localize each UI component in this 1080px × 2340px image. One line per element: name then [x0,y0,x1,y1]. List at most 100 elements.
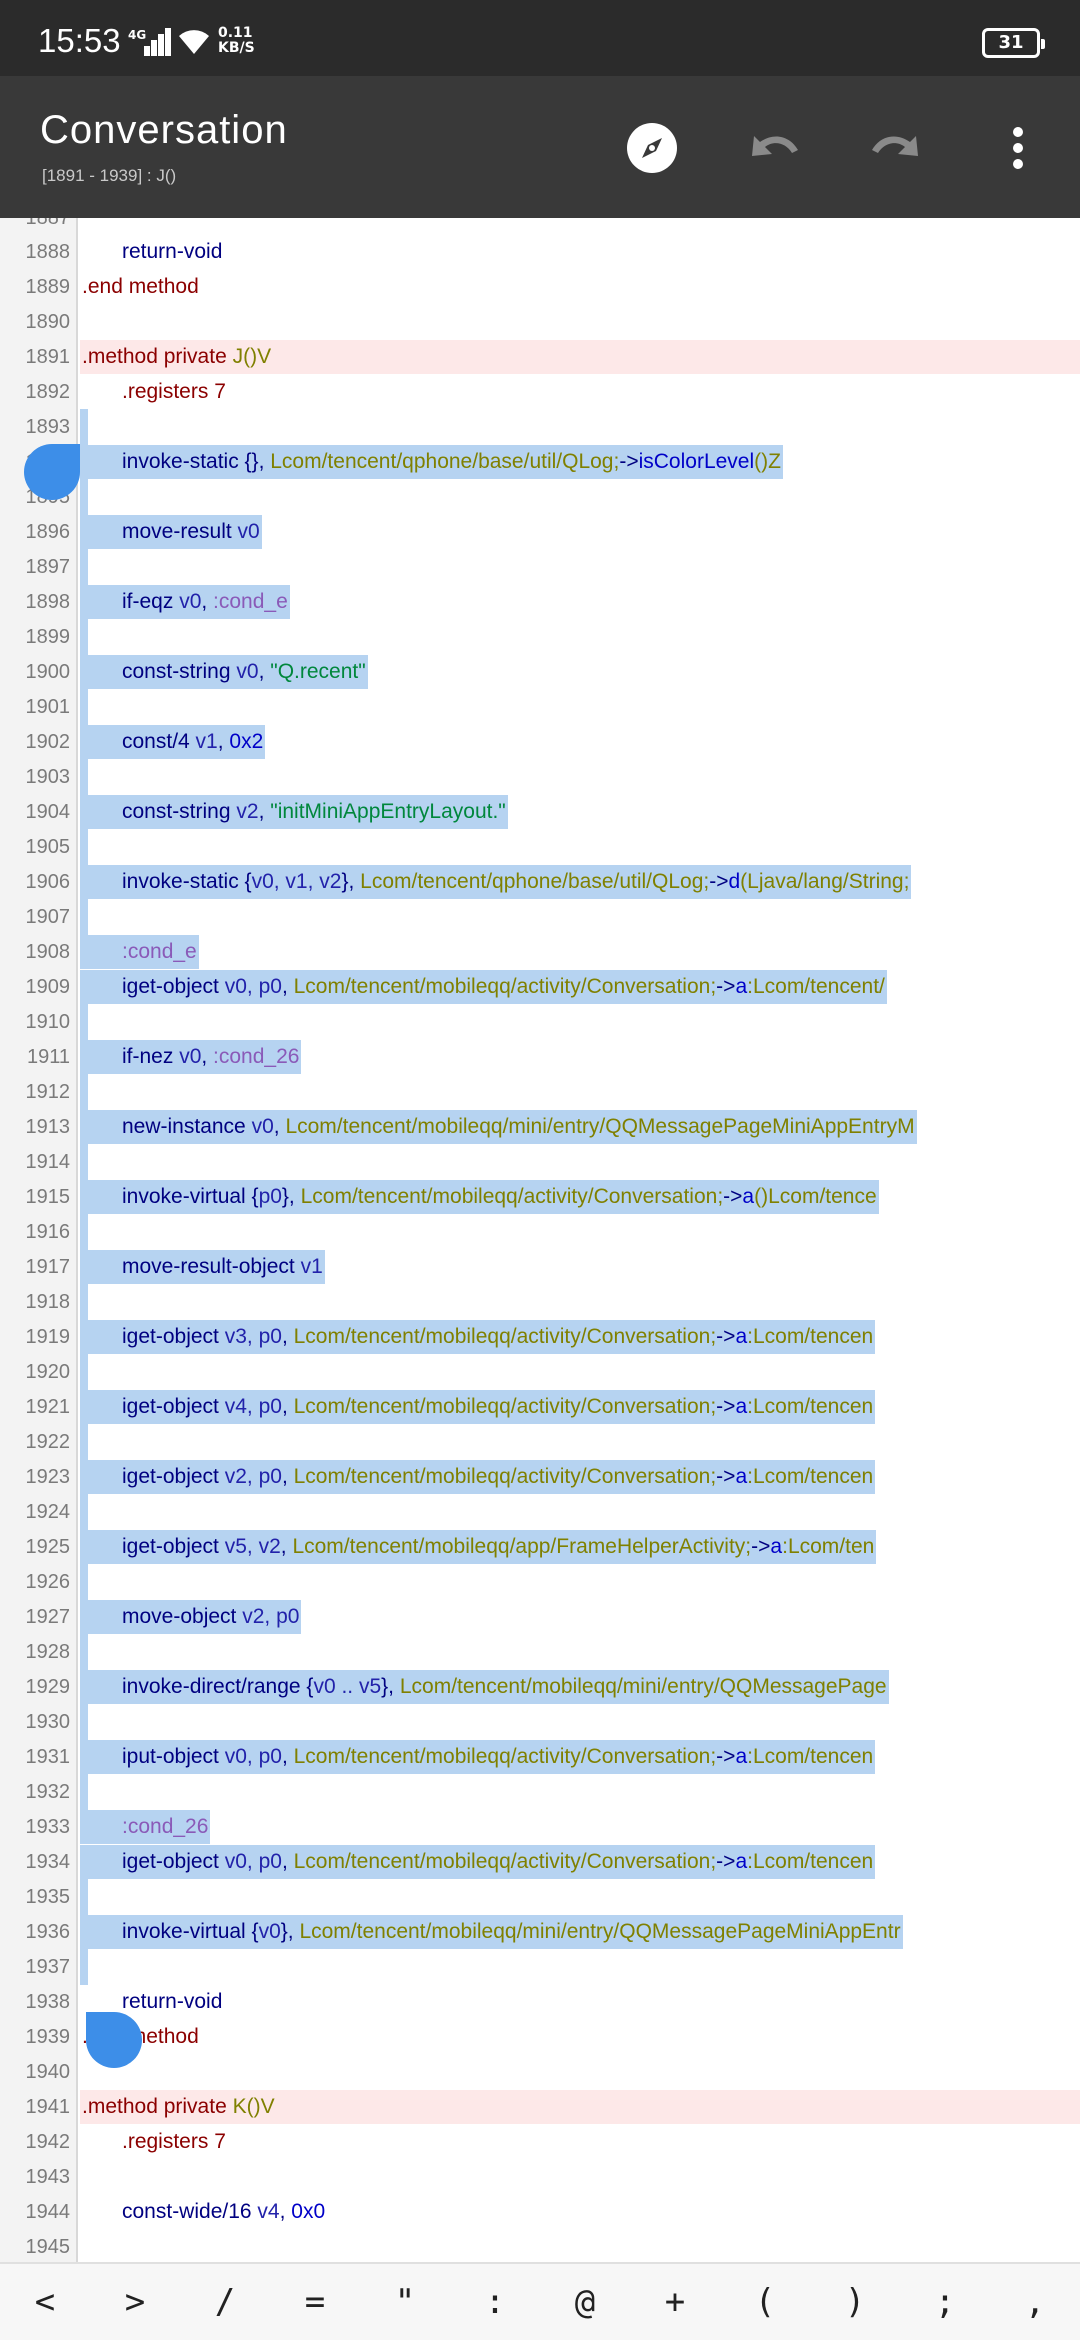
code-token: v3, p0 [224,1325,282,1348]
code-line[interactable]: 1945 [0,2230,1080,2262]
code-token: Lcom/tencent/mobileqq/activity/Conversat… [293,1745,717,1768]
undo-icon [752,136,798,156]
code-token: ()Lcom/tence [754,1185,877,1208]
code-line[interactable]: 1933:cond_26 [0,1810,1080,1844]
code-line[interactable]: 1890 [0,305,1080,339]
line-number: 1933 [25,1816,71,1838]
code-token: Lcom/tencent/mobileqq/mini/entry/QQMessa… [285,1115,915,1138]
code-line[interactable]: 1923 iget-object v2, p0, Lcom/tencent/mob… [0,1460,1080,1494]
code-line[interactable]: 1940 [0,2055,1080,2089]
symbol-key[interactable]: " [360,2264,450,2340]
code-line[interactable]: 1888 return-void [0,235,1080,269]
line-number: 1916 [25,1221,71,1243]
code-line[interactable]: 1896 move-result v0 [0,515,1080,549]
code-line[interactable]: 1942 .registers 7 [0,2125,1080,2159]
code-line[interactable]: 1939.end method [0,2020,1080,2054]
code-line[interactable]: 1936 invoke-virtual {v0}, Lcom/tencent/mo… [0,1915,1080,1949]
code-line[interactable]: 1931 iput-object v0, p0, Lcom/tencent/mob… [0,1740,1080,1774]
code-line[interactable]: 1929 invoke-direct/range {v0 .. v5}, Lcom… [0,1670,1080,1704]
symbol-key[interactable]: > [90,2264,180,2340]
code-line[interactable]: 1918 [0,1285,1080,1319]
redo-button[interactable] [868,120,924,176]
code-line[interactable]: 1908:cond_e [0,935,1080,969]
code-editor[interactable]: 1887 1888 return-void 1889 .end method 1890 1… [0,218,1080,2262]
symbol-key[interactable]: / [180,2264,270,2340]
code-line[interactable]: 1920 [0,1355,1080,1389]
code-line[interactable]: 1919 iget-object v3, p0, Lcom/tencent/mob… [0,1320,1080,1354]
code-line[interactable]: 1912 [0,1075,1080,1109]
symbol-key[interactable]: : [450,2264,540,2340]
code-line[interactable]: 1897 [0,550,1080,584]
code-line[interactable]: 1902 const/4 v1, 0x2 [0,725,1080,759]
code-line[interactable]: 1937 [0,1950,1080,1984]
code-line[interactable]: 1934 iget-object v0, p0, Lcom/tencent/mob… [0,1845,1080,1879]
code-line[interactable]: 1909 iget-object v0, p0, Lcom/tencent/mob… [0,970,1080,1004]
symbol-key[interactable]: < [0,2264,90,2340]
symbol-key[interactable]: , [990,2264,1080,2340]
code-token: v0 [258,1920,281,1943]
compass-button[interactable] [624,120,680,176]
selection-end-handle[interactable] [86,2012,142,2068]
more-options-button[interactable] [990,120,1046,176]
code-line[interactable]: 1911 if-nez v0, :cond_26 [0,1040,1080,1074]
symbol-key[interactable]: + [630,2264,720,2340]
code-line[interactable]: 1903 [0,760,1080,794]
code-line[interactable]: 1935 [0,1880,1080,1914]
symbol-key[interactable]: ( [720,2264,810,2340]
code-line[interactable]: 1904 const-string v2, "initMiniAppEntryLa… [0,795,1080,829]
code-line[interactable]: 1901 [0,690,1080,724]
line-number: 1935 [25,1886,71,1908]
code-line[interactable]: 1900 const-string v0, "Q.recent" [0,655,1080,689]
symbol-input-bar: < > / = ": @ +();, [0,2262,1080,2340]
code-line[interactable]: 1905 [0,830,1080,864]
code-token: :Lcom/tencen [747,1850,874,1873]
symbol-key[interactable]: = [270,2264,360,2340]
code-line[interactable]: 1895 [0,480,1080,514]
code-line[interactable]: 1914 [0,1145,1080,1179]
code-line[interactable]: 1927 move-object v2, p0 [0,1600,1080,1634]
code-text: .registers 7 [82,2125,226,2159]
line-number: 1888 [25,241,71,263]
code-line[interactable]: 1899 [0,620,1080,654]
selection-start-handle[interactable] [24,444,80,500]
code-token: if-nez [122,1045,180,1068]
symbol-key[interactable]: ; [900,2264,990,2340]
code-line[interactable]: 1924 [0,1495,1080,1529]
code-text: move-result v0 [82,515,260,549]
code-line[interactable]: 1932 [0,1775,1080,1809]
code-line[interactable]: 1894invoke-static {}, Lcom/tencent/qphon… [0,445,1080,479]
symbol-key[interactable]: @ [540,2264,630,2340]
code-line[interactable]: 1898 if-eqz v0, :cond_e [0,585,1080,619]
code-line: 1887 [0,218,1080,235]
undo-button[interactable] [746,120,802,176]
code-token: invoke-static {}, [122,450,271,473]
code-line[interactable]: 1943 [0,2160,1080,2194]
code-token: .registers 7 [122,2130,226,2153]
code-line[interactable]: 1917 move-result-object v1 [0,1250,1080,1284]
code-line[interactable]: 1938 return-void [0,1985,1080,2019]
code-token: -> [716,1745,736,1768]
code-line[interactable]: 1907 [0,900,1080,934]
code-token: a [742,1185,755,1208]
code-line[interactable]: 1928 [0,1635,1080,1669]
code-line[interactable]: 1915 invoke-virtual {p0}, Lcom/tencent/mo… [0,1180,1080,1214]
line-number: 1891 [25,346,71,368]
code-line[interactable]: 1893 [0,410,1080,444]
code-line[interactable]: 1926 [0,1565,1080,1599]
code-line[interactable]: 1910 [0,1005,1080,1039]
code-line[interactable]: 1925 iget-object v5, v2, Lcom/tencent/mob… [0,1530,1080,1564]
code-line[interactable]: 1906 invoke-static {v0, v1, v2}, Lcom/ten… [0,865,1080,899]
code-line[interactable]: 1944 const-wide/16 v4, 0x0 [0,2195,1080,2229]
code-token: , [281,1745,294,1768]
code-line[interactable]: 1892 .registers 7 [0,375,1080,409]
code-line[interactable]: 1921 iget-object v4, p0, Lcom/tencent/mob… [0,1390,1080,1424]
code-line[interactable]: 1891 .method private J()V [0,340,1080,374]
code-line[interactable]: 1930 [0,1705,1080,1739]
code-line[interactable]: 1922 [0,1425,1080,1459]
code-line[interactable]: 1916 [0,1215,1080,1249]
symbol-key[interactable]: ) [810,2264,900,2340]
code-line[interactable]: 1889 .end method [0,270,1080,304]
code-token: 0x2 [229,730,264,753]
code-line[interactable]: 1941 .method private K()V [0,2090,1080,2124]
code-line[interactable]: 1913 new-instance v0, Lcom/tencent/mobile… [0,1110,1080,1144]
